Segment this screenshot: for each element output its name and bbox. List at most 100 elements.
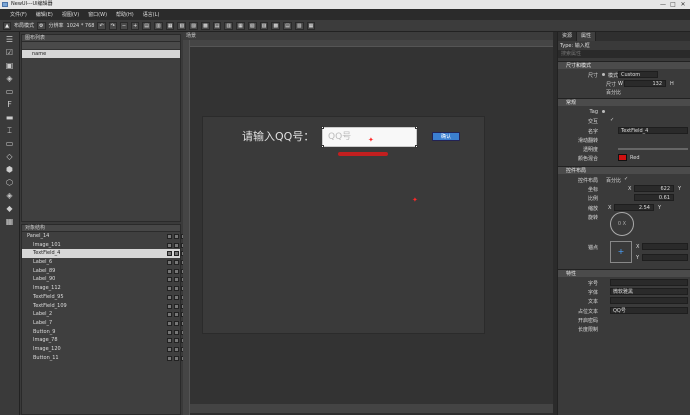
tree-row[interactable]: Image_112: [22, 284, 186, 293]
align-center-icon[interactable]: ▥: [154, 21, 163, 30]
layout-mode-icon[interactable]: ▲: [3, 21, 11, 30]
tree-toggle-icon[interactable]: [167, 338, 172, 344]
color-swatch[interactable]: [618, 154, 627, 161]
tree-row[interactable]: TextField_4: [22, 249, 186, 259]
confirm-button[interactable]: 确认: [432, 132, 460, 141]
property-search-input[interactable]: 搜索属性: [558, 50, 690, 58]
maximize-button[interactable]: □: [668, 1, 678, 8]
tree-toggle-icon[interactable]: [167, 234, 172, 239]
section-common[interactable]: 常规: [558, 98, 690, 106]
tree-toggle-icon[interactable]: [174, 312, 179, 318]
slider-tool-icon[interactable]: ▬: [4, 112, 16, 123]
tree-toggle-icon[interactable]: [174, 346, 179, 352]
distribute-v-icon[interactable]: ▥: [224, 21, 234, 30]
layout-mode-label[interactable]: 布局模式: [14, 22, 34, 29]
menu-help[interactable]: 帮助(H): [116, 11, 134, 18]
same-size-icon[interactable]: ▨: [259, 21, 269, 30]
tree-row[interactable]: Label_6: [22, 258, 186, 267]
tree-toggle-icon[interactable]: [174, 338, 179, 344]
image-tool-icon[interactable]: ▣: [4, 60, 16, 71]
text-tool-icon[interactable]: F: [4, 99, 16, 110]
page-tool-icon[interactable]: ◈: [4, 190, 16, 201]
name-input[interactable]: TextField_4: [618, 127, 688, 134]
tree-toggle-icon[interactable]: [174, 303, 179, 309]
radio-dot[interactable]: [602, 73, 605, 76]
tree-toggle-icon[interactable]: [174, 260, 179, 266]
grid-tool-icon[interactable]: ▦: [4, 216, 16, 227]
resize-handle[interactable]: [415, 145, 418, 148]
tree-row[interactable]: Panel_14: [22, 232, 186, 241]
tree-toggle-icon[interactable]: [174, 251, 179, 257]
percent-checkbox[interactable]: ✓: [624, 176, 628, 182]
scroll-tool-icon[interactable]: ⬡: [4, 177, 16, 188]
tree-toggle-icon[interactable]: [174, 329, 179, 335]
zoom-out-icon[interactable]: −: [119, 21, 129, 30]
rotation-dial[interactable]: 0 X: [610, 212, 634, 236]
stage-panel[interactable]: [202, 116, 485, 334]
align-right-icon[interactable]: ▦: [165, 21, 175, 30]
ratio-x-input[interactable]: 0.61: [634, 194, 674, 201]
tree-toggle-icon[interactable]: [174, 234, 179, 239]
zoom-in-icon[interactable]: +: [131, 21, 140, 30]
align-left-icon[interactable]: ▤: [142, 21, 152, 30]
tree-toggle-icon[interactable]: [167, 251, 172, 257]
tree-row[interactable]: Image_78: [22, 336, 186, 345]
anchor-x-input[interactable]: [642, 243, 688, 250]
tree-row[interactable]: Label_90: [22, 275, 186, 284]
layer-tool-icon[interactable]: ◇: [4, 151, 16, 162]
tree-row[interactable]: Image_101: [22, 241, 186, 250]
close-button[interactable]: ✕: [678, 1, 688, 8]
tree-toggle-icon[interactable]: [174, 277, 179, 283]
tag-tool-icon[interactable]: ◈: [4, 73, 16, 84]
tree-toggle-icon[interactable]: [167, 268, 172, 274]
align-middle-icon[interactable]: ▨: [189, 21, 198, 30]
tree-toggle-icon[interactable]: [167, 329, 172, 335]
align-bottom-icon[interactable]: ▩: [200, 21, 210, 30]
tab-resources[interactable]: 资源: [558, 32, 578, 41]
send-back-icon[interactable]: ▦: [306, 21, 316, 30]
tree-toggle-icon[interactable]: [174, 286, 179, 292]
distribute-h-icon[interactable]: ▤: [212, 21, 222, 30]
tab-properties[interactable]: 属性: [577, 32, 597, 41]
width-input[interactable]: 132: [624, 80, 666, 87]
list-tool-icon[interactable]: ◆: [4, 203, 16, 214]
layout-list-item[interactable]: name: [22, 50, 180, 58]
color-value[interactable]: Red: [630, 155, 640, 161]
tree-toggle-icon[interactable]: [167, 346, 172, 352]
same-width-icon[interactable]: ▦: [236, 21, 245, 30]
menu-file[interactable]: 文件(F): [10, 11, 27, 18]
tree-toggle-icon[interactable]: [174, 355, 179, 361]
resize-handle[interactable]: [321, 145, 324, 148]
mode-select[interactable]: Custom: [618, 71, 658, 78]
interact-checkbox[interactable]: ✓: [610, 117, 614, 123]
tree-toggle-icon[interactable]: [167, 312, 172, 318]
position-x-input[interactable]: 622: [634, 185, 674, 192]
undo-icon[interactable]: ↶: [97, 21, 106, 30]
menu-edit[interactable]: 编辑(E): [36, 11, 53, 18]
font-input[interactable]: 微软雅黑: [610, 288, 688, 295]
menu-language[interactable]: 语言(L): [143, 11, 160, 18]
tree-toggle-icon[interactable]: [174, 268, 179, 274]
scale-x-input[interactable]: 2.54: [614, 204, 654, 211]
font-size-input[interactable]: [610, 279, 688, 286]
ungroup-icon[interactable]: ▤: [283, 21, 292, 30]
placeholder-input[interactable]: QQ号: [610, 307, 688, 314]
resize-handle[interactable]: [321, 126, 324, 129]
tree-row[interactable]: Label_2: [22, 310, 186, 319]
bring-front-icon[interactable]: ▥: [294, 21, 304, 30]
same-height-icon[interactable]: ▧: [247, 21, 257, 30]
menu-window[interactable]: 窗口(W): [88, 11, 107, 18]
input-tool-icon[interactable]: ⌶: [4, 125, 16, 136]
tree-row[interactable]: TextField_95: [22, 293, 186, 302]
menu-view[interactable]: 视图(V): [62, 11, 79, 18]
anchor-picker[interactable]: +: [610, 241, 632, 263]
tree-toggle-icon[interactable]: [167, 286, 172, 292]
resize-handle[interactable]: [415, 126, 418, 129]
tree-row[interactable]: Button_9: [22, 328, 186, 337]
tree-toggle-icon[interactable]: [167, 242, 172, 248]
opacity-slider[interactable]: [618, 148, 688, 150]
tree-row[interactable]: Button_11: [22, 354, 186, 363]
qq-prompt-label[interactable]: 请输入QQ号：: [242, 128, 314, 144]
tree-toggle-icon[interactable]: [174, 320, 179, 326]
text-input[interactable]: [610, 297, 688, 304]
